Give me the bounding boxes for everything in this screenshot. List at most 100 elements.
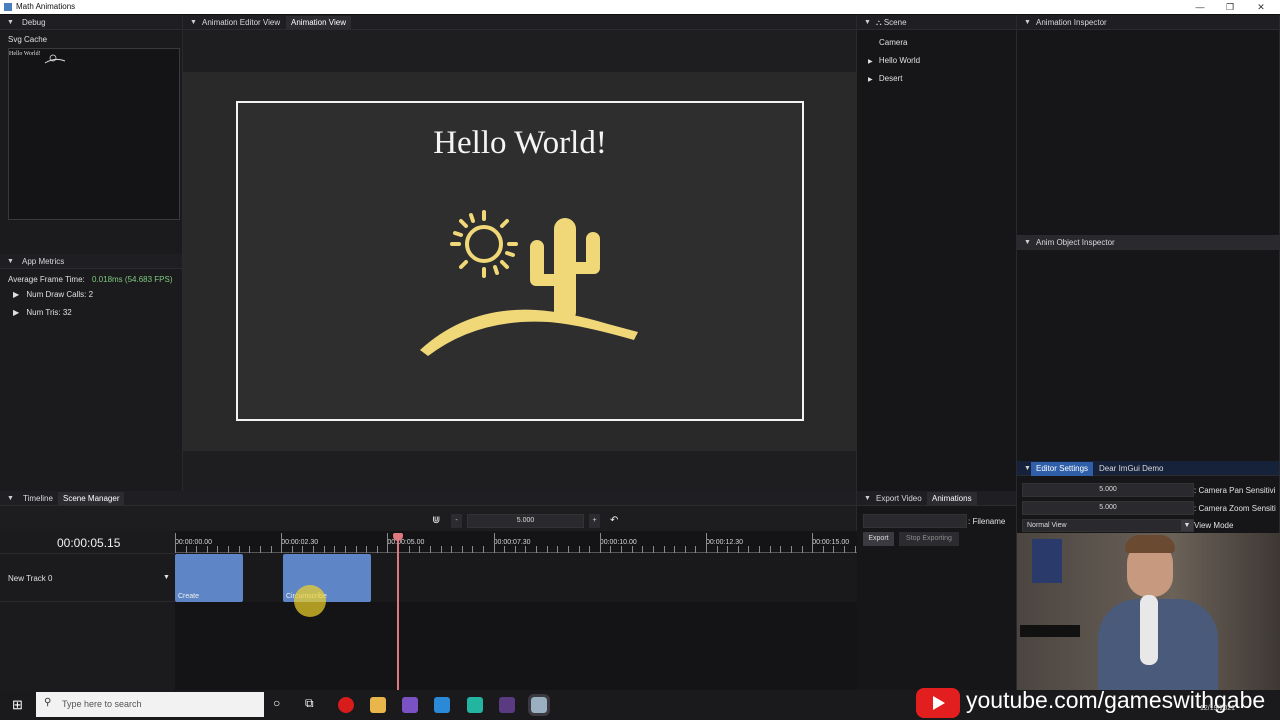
anim-object-inspector-panel: ▼ Anim Object Inspector xyxy=(1017,235,1280,461)
scene-item-hello-world[interactable]: ▶ Hello World xyxy=(868,56,920,65)
collapse-arrow-icon[interactable]: ▼ xyxy=(7,258,14,265)
collapse-arrow-icon[interactable]: ▼ xyxy=(7,495,14,502)
timeline-tick-mark xyxy=(228,546,230,553)
timeline-tick-mark xyxy=(546,546,548,553)
opera-icon[interactable] xyxy=(338,697,354,713)
playhead-line[interactable] xyxy=(397,533,399,690)
tab-scene[interactable]: ⛬ Scene xyxy=(871,16,912,30)
math-animations-app-icon[interactable] xyxy=(528,694,550,716)
timeline-tick-mark xyxy=(599,533,601,553)
avg-frame-value: 0.018ms (54.683 FPS) xyxy=(92,275,173,284)
timeline-tick-label: 00:00:15.00 xyxy=(812,539,850,546)
timeline-tick-mark xyxy=(238,546,240,553)
timeline-zoom-slider[interactable]: 5.000 xyxy=(467,514,584,528)
tab-imgui-demo[interactable]: Dear ImGui Demo xyxy=(1094,462,1168,476)
magnet-snap-icon[interactable]: ⋓ xyxy=(432,515,440,526)
draw-calls-label: Num Draw Calls: 2 xyxy=(26,290,94,299)
tab-animation-view[interactable]: Animation View xyxy=(286,16,351,30)
vscode-icon[interactable] xyxy=(434,697,450,713)
windows-start-icon[interactable]: ⊞ xyxy=(12,697,23,713)
scene-item-desert[interactable]: ▶ Desert xyxy=(868,74,902,83)
tab-animations[interactable]: Animations xyxy=(927,492,977,506)
timeline-tick-mark xyxy=(259,546,261,553)
num-tris-item[interactable]: ▶ Num Tris: 32 xyxy=(13,308,72,317)
timeline-tick-mark xyxy=(578,546,580,553)
tab-animation-inspector[interactable]: Animation Inspector xyxy=(1031,16,1112,30)
minimize-button[interactable]: — xyxy=(1185,0,1215,14)
expand-arrow-icon: ▶ xyxy=(868,59,873,65)
collapse-arrow-icon[interactable]: ▼ xyxy=(7,19,14,26)
search-icon: ⚲ xyxy=(44,697,52,708)
timeline-tick-mark xyxy=(769,546,771,553)
zoom-in-button[interactable]: + xyxy=(589,514,600,528)
stop-exporting-button[interactable]: Stop Exporting xyxy=(899,532,959,546)
draw-calls-item[interactable]: ▶ Num Draw Calls: 2 xyxy=(13,290,93,299)
timeline-tick-mark xyxy=(833,546,835,553)
timeline-tick-mark xyxy=(589,546,591,553)
timeline-tick-mark xyxy=(408,546,410,553)
undo-icon[interactable]: ↶ xyxy=(610,515,618,526)
collapse-arrow-icon[interactable]: ▼ xyxy=(1024,19,1031,26)
camera-zoom-input[interactable]: 5.000 xyxy=(1022,501,1194,515)
timeline-tick-mark xyxy=(429,546,431,553)
file-explorer-icon[interactable] xyxy=(370,697,386,713)
window-title: Math Animations xyxy=(16,2,76,11)
timeline-tick-mark xyxy=(844,546,846,553)
collapse-arrow-icon[interactable]: ▼ xyxy=(190,19,197,26)
tab-editor-settings[interactable]: Editor Settings xyxy=(1031,462,1094,476)
scene-panel: ▼ ⛬ Scene Camera ▶ Hello World ▶ Desert xyxy=(857,15,1017,491)
webcam-overlay xyxy=(1012,533,1280,690)
num-tris-label: Num Tris: 32 xyxy=(26,308,72,317)
timeline-lane[interactable] xyxy=(175,531,857,690)
camera-zoom-label: : Camera Zoom Sensiti xyxy=(1194,504,1276,513)
tab-scene-manager[interactable]: Scene Manager xyxy=(58,492,125,506)
timeline-tick-mark xyxy=(727,546,729,553)
tab-export-video[interactable]: Export Video xyxy=(871,492,927,506)
obs-icon[interactable] xyxy=(499,697,515,713)
scene-item-camera[interactable]: Camera xyxy=(879,38,907,47)
editor-settings-panel: ▼ Editor Settings Dear ImGui Demo 5.000 … xyxy=(1017,461,1280,533)
timeline-tick-mark xyxy=(281,533,283,553)
tab-debug[interactable]: Debug xyxy=(17,16,51,30)
camera-pan-input[interactable]: 5.000 xyxy=(1022,483,1194,497)
timeline-tick-mark xyxy=(801,546,803,553)
tab-anim-object-inspector[interactable]: Anim Object Inspector xyxy=(1031,236,1120,250)
view-mode-select[interactable]: Normal View ▼ xyxy=(1022,519,1194,532)
tab-app-metrics[interactable]: App Metrics xyxy=(17,255,69,269)
discord-icon[interactable] xyxy=(467,697,483,713)
taskbar-search[interactable]: ⚲ Type here to search xyxy=(36,692,264,717)
animation-view-header: ▼ Animation Editor View Animation View xyxy=(183,15,856,30)
debug-panel-header: ▼ Debug xyxy=(0,15,182,30)
collapse-arrow-icon[interactable]: ▼ xyxy=(1024,465,1031,472)
zoom-out-button[interactable]: - xyxy=(451,514,462,528)
export-button[interactable]: Export xyxy=(863,532,894,546)
chevron-down-icon[interactable]: ▼ xyxy=(163,574,170,581)
export-panel: ▼ Export Video Animations : Filename Exp… xyxy=(857,491,1017,690)
timeline-tick-mark xyxy=(366,546,368,553)
streamer-hair xyxy=(1125,535,1175,553)
visual-studio-icon[interactable] xyxy=(402,697,418,713)
timeline-tick-mark xyxy=(504,546,506,553)
maximize-button[interactable]: ❐ xyxy=(1215,0,1245,14)
current-time: 00:00:05.15 xyxy=(57,536,121,550)
tab-timeline[interactable]: Timeline xyxy=(18,492,58,506)
clip-create[interactable]: Create xyxy=(175,554,243,602)
close-button[interactable]: ✕ xyxy=(1246,0,1276,14)
svg-cache-thumbnail: Hello World! xyxy=(9,51,66,64)
timeline-tick-label: 00:00:10.00 xyxy=(599,539,637,546)
view-mode-label: View Mode xyxy=(1194,521,1234,530)
filename-input[interactable] xyxy=(863,514,967,528)
collapse-arrow-icon[interactable]: ▼ xyxy=(864,495,871,502)
app-icon xyxy=(4,3,12,11)
track-row[interactable]: New Track 0 ▼ xyxy=(0,553,175,602)
play-icon xyxy=(933,696,945,710)
tab-animation-editor-view[interactable]: Animation Editor View xyxy=(197,16,285,30)
timeline-tick-mark xyxy=(196,546,198,553)
cursor-highlight xyxy=(294,585,326,617)
collapse-arrow-icon[interactable]: ▼ xyxy=(1024,239,1031,246)
collapse-arrow-icon[interactable]: ▼ xyxy=(864,19,871,26)
timeline-tick-mark xyxy=(514,546,516,553)
timeline-tick-mark xyxy=(748,546,750,553)
task-view-icon[interactable]: ⧉ xyxy=(305,696,314,711)
cortana-icon[interactable]: ○ xyxy=(273,696,280,710)
